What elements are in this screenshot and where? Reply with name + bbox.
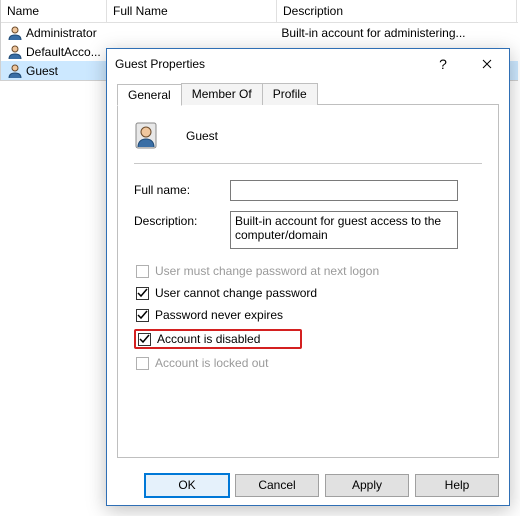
col-description[interactable]: Description bbox=[277, 0, 517, 22]
checkbox-label: User cannot change password bbox=[155, 286, 317, 300]
tab-profile[interactable]: Profile bbox=[262, 83, 318, 105]
dialog-title: Guest Properties bbox=[115, 57, 421, 71]
checkbox-label: User must change password at next logon bbox=[155, 264, 379, 278]
user-icon bbox=[7, 44, 23, 60]
cancel-button[interactable]: Cancel bbox=[235, 474, 319, 497]
tabs: General Member Of Profile bbox=[117, 83, 499, 105]
apply-button[interactable]: Apply bbox=[325, 474, 409, 497]
account-name-heading: Guest bbox=[186, 129, 218, 143]
titlebar[interactable]: Guest Properties ? bbox=[107, 49, 509, 79]
close-icon[interactable] bbox=[465, 49, 509, 79]
ok-button[interactable]: OK bbox=[145, 474, 229, 497]
separator bbox=[134, 163, 482, 164]
tab-general[interactable]: General bbox=[117, 84, 182, 106]
col-name[interactable]: Name bbox=[1, 0, 107, 22]
label-description: Description: bbox=[134, 211, 230, 228]
button-bar: OK Cancel Apply Help bbox=[107, 466, 509, 505]
checkbox-cannot-change-password[interactable]: User cannot change password bbox=[134, 285, 482, 301]
checkbox-icon bbox=[136, 287, 149, 300]
cell-name: DefaultAcco... bbox=[26, 45, 101, 59]
checkbox-icon bbox=[136, 309, 149, 322]
fullname-field[interactable] bbox=[230, 180, 458, 201]
cell-desc: Built-in account for administering... bbox=[277, 26, 516, 40]
cell-name: Administrator bbox=[26, 26, 97, 40]
label-fullname: Full name: bbox=[134, 180, 230, 197]
user-icon bbox=[7, 63, 23, 79]
col-fullname[interactable]: Full Name bbox=[107, 0, 277, 22]
checkbox-label: Account is locked out bbox=[155, 356, 268, 370]
checkbox-icon bbox=[138, 333, 151, 346]
help-icon[interactable]: ? bbox=[421, 49, 465, 79]
tab-member-of[interactable]: Member Of bbox=[181, 83, 263, 105]
help-button[interactable]: Help bbox=[415, 474, 499, 497]
list-row-administrator[interactable]: Administrator Built-in account for admin… bbox=[1, 23, 518, 42]
description-field[interactable]: Built-in account for guest access to the… bbox=[230, 211, 458, 249]
checkbox-icon bbox=[136, 357, 149, 370]
user-icon bbox=[7, 25, 23, 41]
checkbox-label: Account is disabled bbox=[157, 332, 260, 346]
checkbox-password-never-expires[interactable]: Password never expires bbox=[134, 307, 482, 323]
checkbox-account-disabled[interactable]: Account is disabled bbox=[134, 329, 302, 349]
list-header: Name Full Name Description bbox=[1, 0, 518, 23]
guest-properties-dialog: Guest Properties ? General Member Of Pro… bbox=[106, 48, 510, 506]
user-large-icon bbox=[134, 119, 168, 153]
checkbox-label: Password never expires bbox=[155, 308, 283, 322]
cell-name: Guest bbox=[26, 64, 58, 78]
checkbox-account-locked: Account is locked out bbox=[134, 355, 482, 371]
tab-page-general: Guest Full name: Description: Built-in a… bbox=[117, 104, 499, 458]
checkbox-icon bbox=[136, 265, 149, 278]
checkbox-must-change-password: User must change password at next logon bbox=[134, 263, 482, 279]
